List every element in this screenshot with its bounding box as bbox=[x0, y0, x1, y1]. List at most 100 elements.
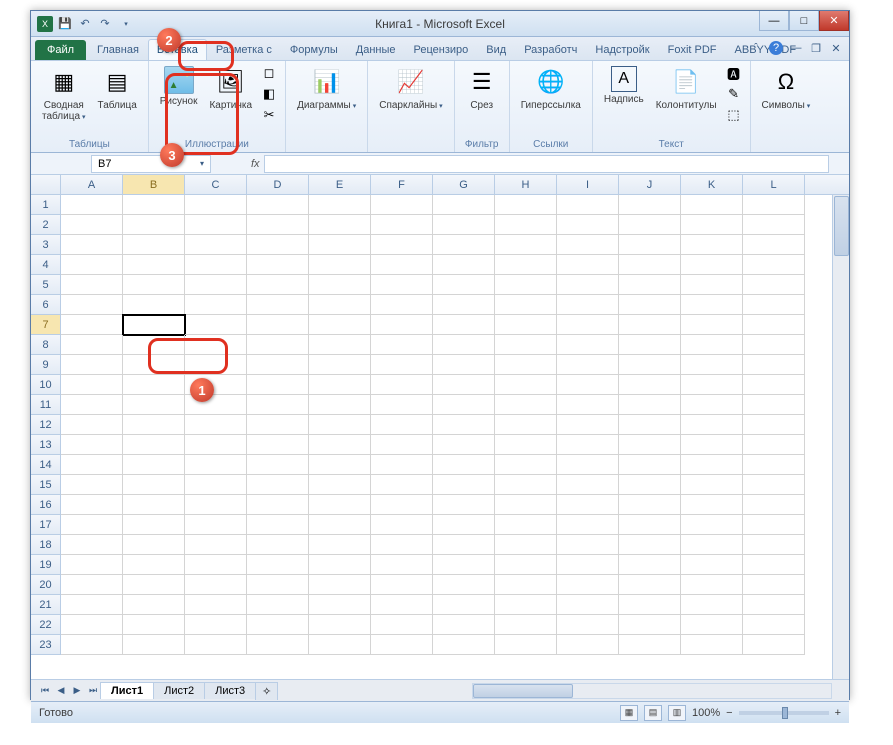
cell-E15[interactable] bbox=[309, 475, 371, 495]
table-button[interactable]: ▤ Таблица bbox=[93, 63, 142, 114]
tab-data[interactable]: Данные bbox=[347, 39, 405, 60]
cell-H3[interactable] bbox=[495, 235, 557, 255]
col-header-A[interactable]: A bbox=[61, 175, 123, 194]
cell-L8[interactable] bbox=[743, 335, 805, 355]
zoom-in-button[interactable]: + bbox=[835, 707, 841, 719]
cell-F7[interactable] bbox=[371, 315, 433, 335]
view-pagebreak-button[interactable]: ▥ bbox=[668, 705, 686, 721]
cell-E13[interactable] bbox=[309, 435, 371, 455]
cell-G8[interactable] bbox=[433, 335, 495, 355]
col-header-C[interactable]: C bbox=[185, 175, 247, 194]
cell-D11[interactable] bbox=[247, 395, 309, 415]
row-header-5[interactable]: 5 bbox=[31, 275, 61, 295]
cell-H12[interactable] bbox=[495, 415, 557, 435]
cell-C8[interactable] bbox=[185, 335, 247, 355]
cell-F18[interactable] bbox=[371, 535, 433, 555]
cell-K12[interactable] bbox=[681, 415, 743, 435]
cell-F1[interactable] bbox=[371, 195, 433, 215]
cell-K22[interactable] bbox=[681, 615, 743, 635]
close-button[interactable]: ✕ bbox=[819, 11, 849, 31]
tab-formulas[interactable]: Формулы bbox=[281, 39, 347, 60]
sheet-tab-1[interactable]: Лист1 bbox=[100, 682, 154, 699]
cell-A22[interactable] bbox=[61, 615, 123, 635]
cell-E19[interactable] bbox=[309, 555, 371, 575]
vertical-scrollbar[interactable] bbox=[832, 195, 849, 679]
cell-K2[interactable] bbox=[681, 215, 743, 235]
cell-H14[interactable] bbox=[495, 455, 557, 475]
view-normal-button[interactable]: ▦ bbox=[620, 705, 638, 721]
cell-L20[interactable] bbox=[743, 575, 805, 595]
row-header-1[interactable]: 1 bbox=[31, 195, 61, 215]
cell-D5[interactable] bbox=[247, 275, 309, 295]
cell-J10[interactable] bbox=[619, 375, 681, 395]
col-header-B[interactable]: B bbox=[123, 175, 185, 194]
cell-F16[interactable] bbox=[371, 495, 433, 515]
tab-pagelayout[interactable]: Разметка с bbox=[207, 39, 281, 60]
tab-foxit[interactable]: Foxit PDF bbox=[659, 39, 726, 60]
cell-K20[interactable] bbox=[681, 575, 743, 595]
cell-K19[interactable] bbox=[681, 555, 743, 575]
cell-G2[interactable] bbox=[433, 215, 495, 235]
cell-H19[interactable] bbox=[495, 555, 557, 575]
cell-J7[interactable] bbox=[619, 315, 681, 335]
cell-F4[interactable] bbox=[371, 255, 433, 275]
tab-home[interactable]: Главная bbox=[88, 39, 148, 60]
file-tab[interactable]: Файл bbox=[35, 40, 86, 60]
col-header-K[interactable]: K bbox=[681, 175, 743, 194]
cell-D9[interactable] bbox=[247, 355, 309, 375]
cell-A11[interactable] bbox=[61, 395, 123, 415]
maximize-button[interactable]: □ bbox=[789, 11, 819, 31]
cell-E14[interactable] bbox=[309, 455, 371, 475]
cell-H13[interactable] bbox=[495, 435, 557, 455]
cell-L14[interactable] bbox=[743, 455, 805, 475]
header-footer-button[interactable]: 📄 Колонтитулы bbox=[651, 63, 722, 114]
cell-D10[interactable] bbox=[247, 375, 309, 395]
charts-button[interactable]: 📊 Диаграммы bbox=[292, 63, 361, 115]
cell-H6[interactable] bbox=[495, 295, 557, 315]
cell-A7[interactable] bbox=[61, 315, 123, 335]
cell-F21[interactable] bbox=[371, 595, 433, 615]
row-header-16[interactable]: 16 bbox=[31, 495, 61, 515]
cell-F13[interactable] bbox=[371, 435, 433, 455]
sheet-nav-last[interactable]: ⏭ bbox=[85, 683, 101, 699]
cell-L1[interactable] bbox=[743, 195, 805, 215]
cell-I1[interactable] bbox=[557, 195, 619, 215]
cell-K15[interactable] bbox=[681, 475, 743, 495]
cell-C6[interactable] bbox=[185, 295, 247, 315]
cell-H21[interactable] bbox=[495, 595, 557, 615]
cell-E1[interactable] bbox=[309, 195, 371, 215]
row-header-22[interactable]: 22 bbox=[31, 615, 61, 635]
cell-B16[interactable] bbox=[123, 495, 185, 515]
object-button[interactable]: ⬚ bbox=[724, 105, 744, 125]
tab-developer[interactable]: Разработч bbox=[515, 39, 586, 60]
cell-D13[interactable] bbox=[247, 435, 309, 455]
cell-E21[interactable] bbox=[309, 595, 371, 615]
cell-F15[interactable] bbox=[371, 475, 433, 495]
cell-C14[interactable] bbox=[185, 455, 247, 475]
row-header-8[interactable]: 8 bbox=[31, 335, 61, 355]
cell-D6[interactable] bbox=[247, 295, 309, 315]
cell-B19[interactable] bbox=[123, 555, 185, 575]
cell-G18[interactable] bbox=[433, 535, 495, 555]
picture-button[interactable]: ● ▲ Рисунок bbox=[155, 63, 203, 110]
cell-D23[interactable] bbox=[247, 635, 309, 655]
cell-B3[interactable] bbox=[123, 235, 185, 255]
cell-H5[interactable] bbox=[495, 275, 557, 295]
cell-F2[interactable] bbox=[371, 215, 433, 235]
col-header-J[interactable]: J bbox=[619, 175, 681, 194]
doc-restore-button[interactable]: ❐ bbox=[809, 41, 823, 55]
cell-J11[interactable] bbox=[619, 395, 681, 415]
cell-K3[interactable] bbox=[681, 235, 743, 255]
sheet-tab-3[interactable]: Лист3 bbox=[204, 682, 256, 699]
cell-F19[interactable] bbox=[371, 555, 433, 575]
cell-K1[interactable] bbox=[681, 195, 743, 215]
cell-A12[interactable] bbox=[61, 415, 123, 435]
row-header-7[interactable]: 7 bbox=[31, 315, 61, 335]
cell-A9[interactable] bbox=[61, 355, 123, 375]
cell-E20[interactable] bbox=[309, 575, 371, 595]
cell-F5[interactable] bbox=[371, 275, 433, 295]
row-header-13[interactable]: 13 bbox=[31, 435, 61, 455]
cell-E23[interactable] bbox=[309, 635, 371, 655]
cell-I18[interactable] bbox=[557, 535, 619, 555]
cell-G20[interactable] bbox=[433, 575, 495, 595]
